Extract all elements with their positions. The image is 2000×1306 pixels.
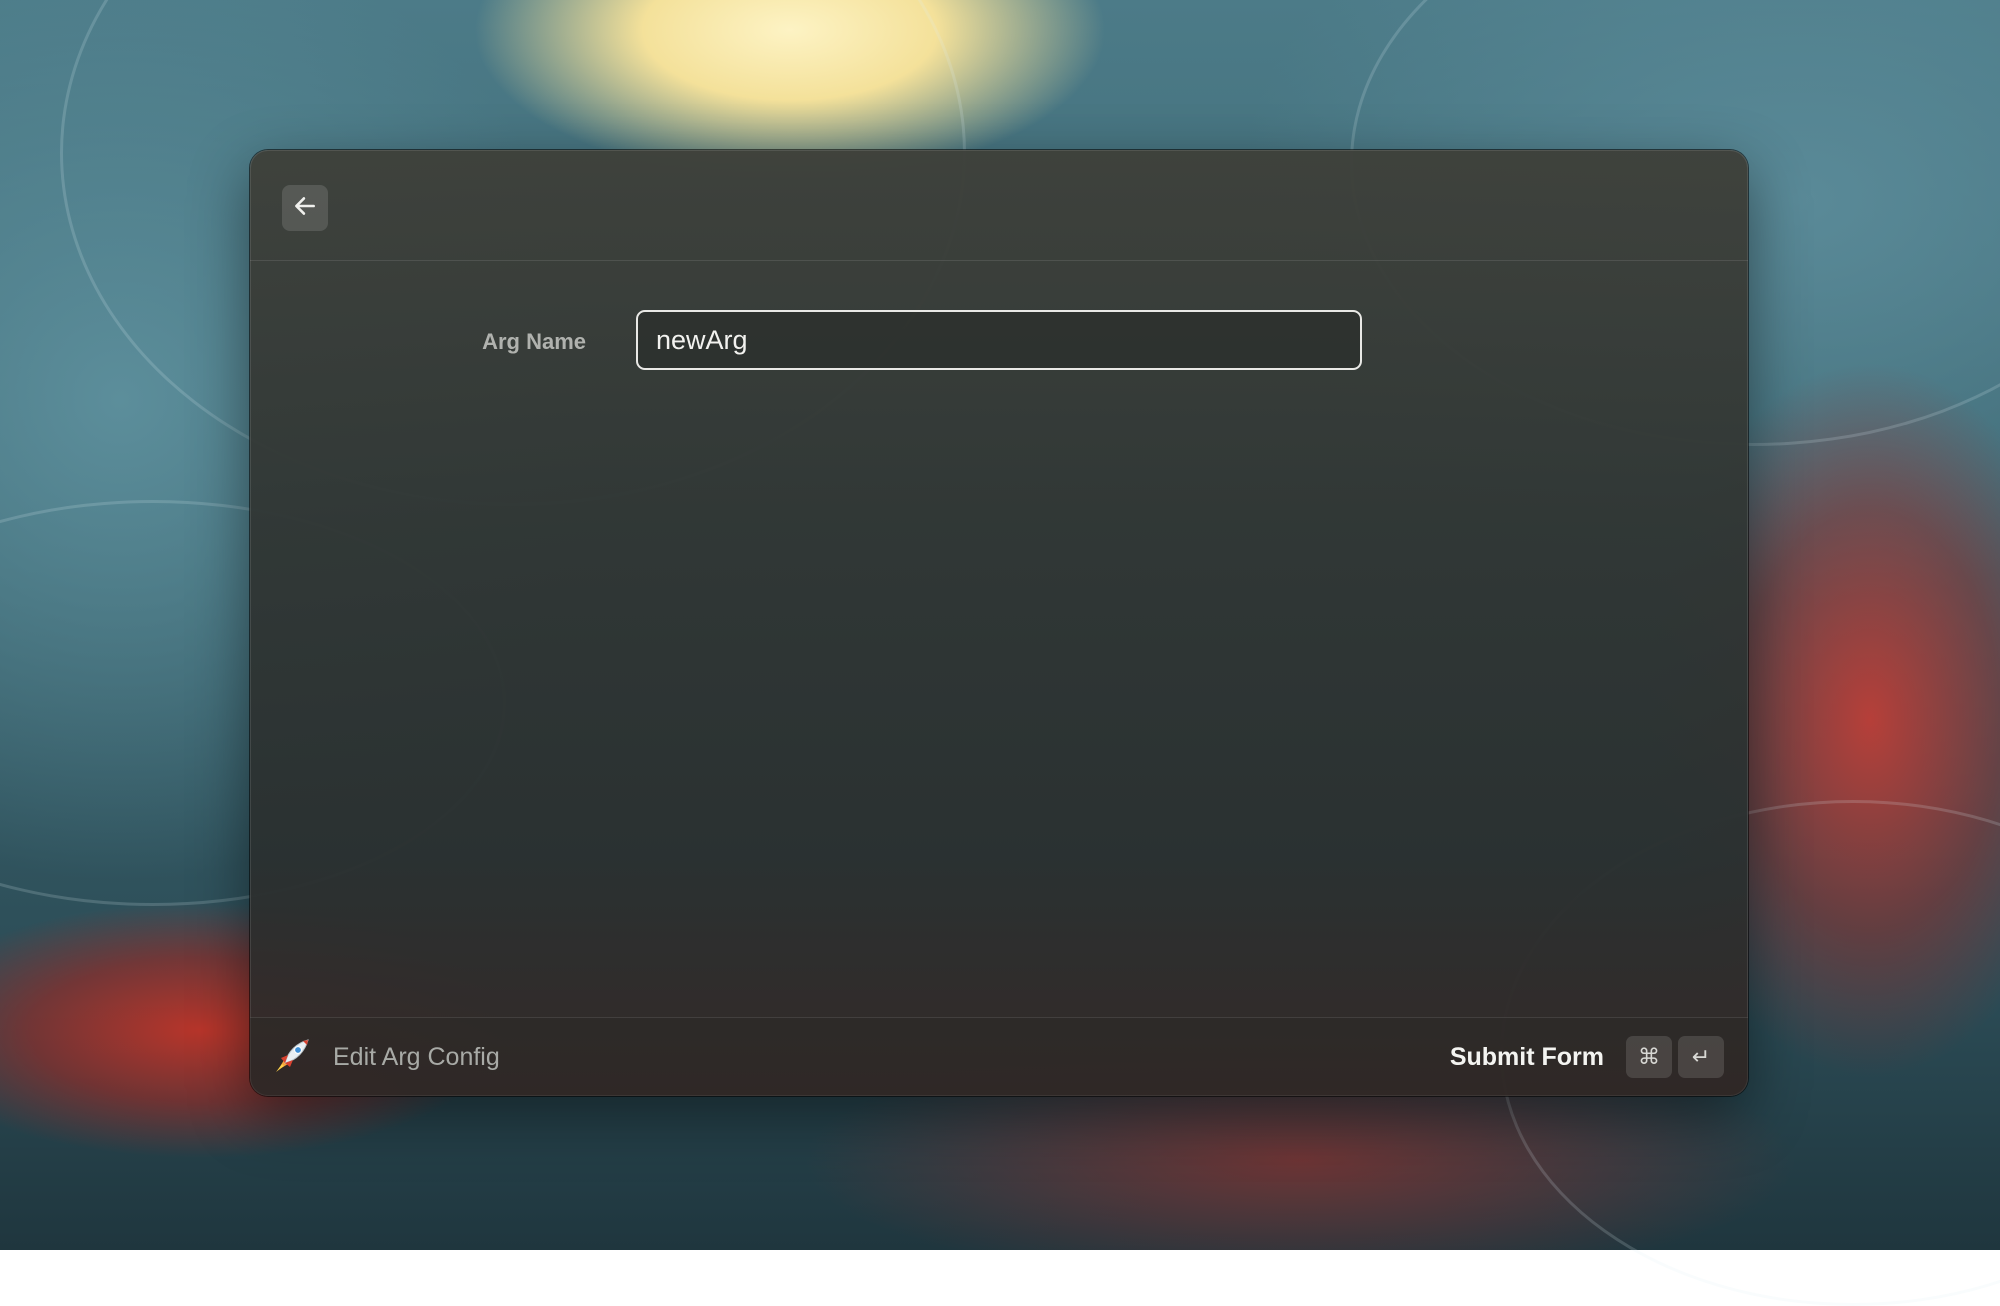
action-bar: Edit Arg Config Submit Form ⌘ ↵ <box>250 1017 1748 1096</box>
window-header <box>250 150 1748 261</box>
arg-name-input[interactable] <box>636 310 1362 370</box>
form-row-arg-name: Arg Name <box>250 310 1748 374</box>
raycast-window: Arg Name Edit Arg Config Submit Form ⌘ ↵ <box>250 150 1748 1096</box>
rocket-icon <box>270 1036 312 1078</box>
arrow-left-icon <box>292 193 318 224</box>
command-title: Edit Arg Config <box>333 1043 500 1071</box>
back-button[interactable] <box>282 185 328 231</box>
return-key-icon: ↵ <box>1678 1036 1724 1078</box>
command-key-icon: ⌘ <box>1626 1036 1672 1078</box>
submit-form-button[interactable]: Submit Form <box>1450 1018 1604 1096</box>
arg-name-label: Arg Name <box>482 329 586 354</box>
